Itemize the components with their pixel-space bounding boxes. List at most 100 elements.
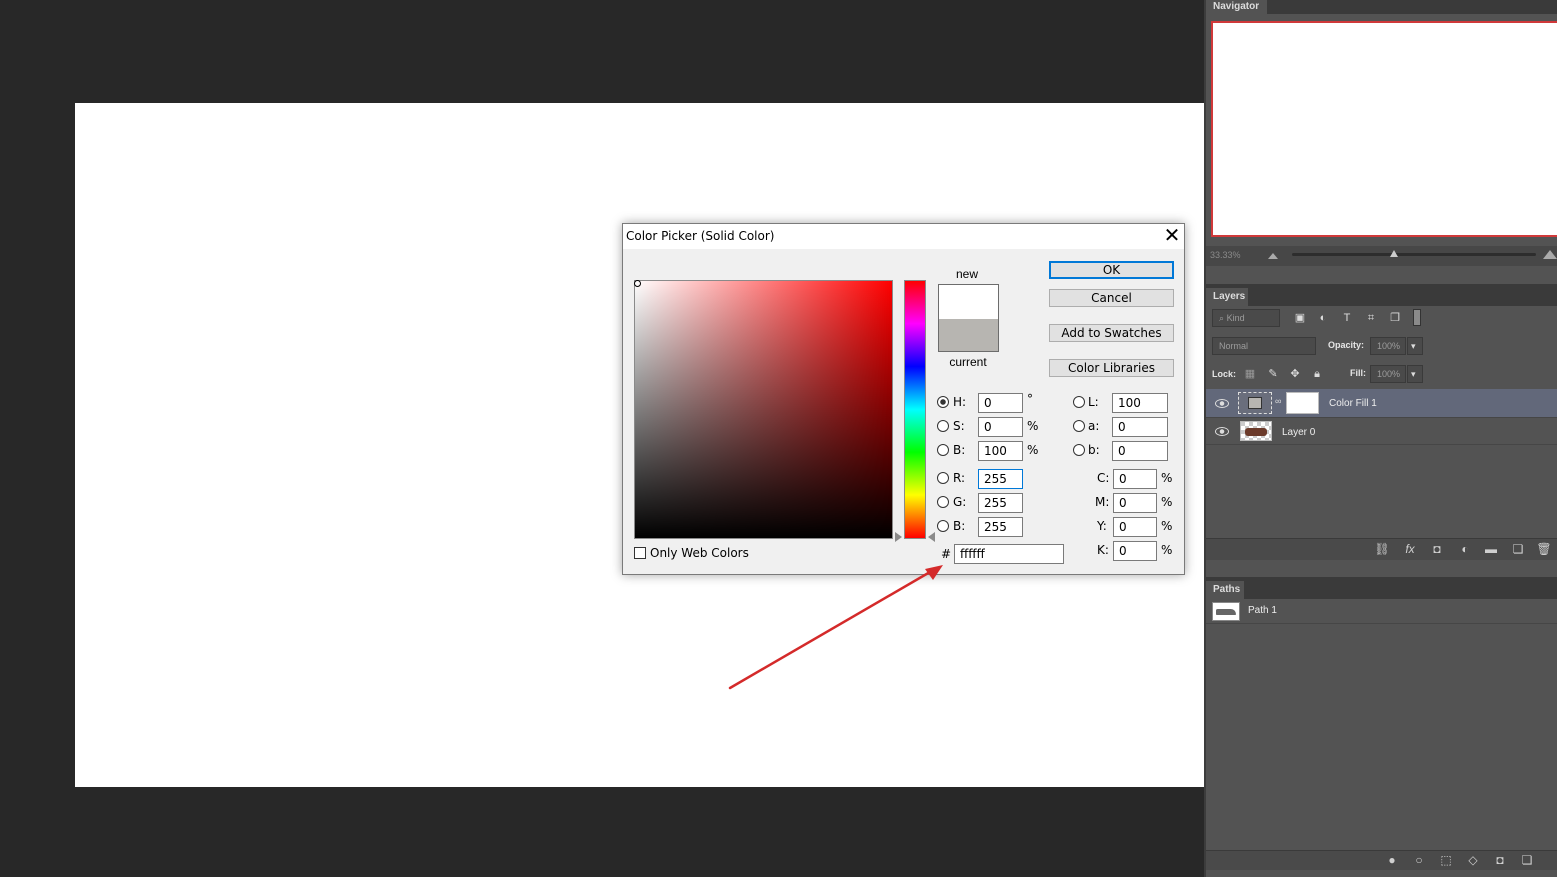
group-folder-icon[interactable]: ▬ xyxy=(1483,542,1499,556)
red-label: R: xyxy=(953,471,966,485)
brightness-input[interactable]: 100 xyxy=(978,441,1023,461)
link-icon[interactable]: ∞ xyxy=(1275,396,1281,406)
path-name: Path 1 xyxy=(1248,605,1277,616)
saturation-input[interactable]: 0 xyxy=(978,417,1023,437)
add-to-swatches-button[interactable]: Add to Swatches xyxy=(1049,324,1174,342)
current-color-label: current xyxy=(949,355,987,369)
search-icon: ⌕ xyxy=(1219,313,1225,323)
lock-transparent-icon[interactable]: ▦ xyxy=(1243,367,1257,381)
tab-navigator[interactable]: Navigator xyxy=(1206,0,1267,14)
zoom-value[interactable]: 33.33% xyxy=(1210,250,1241,260)
hex-input[interactable]: ffffff xyxy=(954,544,1064,564)
visibility-eye-icon[interactable] xyxy=(1215,399,1229,408)
fill-label: Fill: xyxy=(1350,368,1366,378)
load-selection-icon[interactable]: ⬚ xyxy=(1438,853,1454,867)
a-channel-label: a: xyxy=(1088,419,1100,433)
hue-slider-right-handle[interactable] xyxy=(928,532,935,542)
b-channel-label: b: xyxy=(1088,443,1100,457)
layer-filter-value: Kind xyxy=(1226,313,1245,323)
new-path-icon[interactable]: ❏ xyxy=(1519,853,1535,867)
fill-input[interactable]: 100% xyxy=(1370,365,1406,383)
green-radio[interactable] xyxy=(937,496,949,508)
hue-slider-left-handle[interactable] xyxy=(895,532,902,542)
hue-radio[interactable] xyxy=(937,396,949,408)
a-channel-input[interactable]: 0 xyxy=(1112,417,1168,437)
lock-position-icon[interactable]: ✥ xyxy=(1288,367,1302,381)
color-libraries-button[interactable]: Color Libraries xyxy=(1049,359,1174,377)
layer-filter-select[interactable]: ⌕ Kind xyxy=(1212,309,1280,327)
zoom-out-icon[interactable] xyxy=(1268,253,1278,259)
cancel-button[interactable]: Cancel xyxy=(1049,289,1174,307)
path-row[interactable]: Path 1 xyxy=(1206,599,1557,624)
hue-input[interactable]: 0 xyxy=(978,393,1023,413)
new-color-label: new xyxy=(955,267,978,281)
only-web-colors-checkbox[interactable] xyxy=(634,547,646,559)
brightness-label: B: xyxy=(953,443,966,457)
black-input[interactable]: 0 xyxy=(1113,541,1157,561)
red-input[interactable]: 255 xyxy=(978,469,1023,489)
smart-object-filter-icon[interactable]: ❐ xyxy=(1388,311,1402,325)
fill-dropdown-icon[interactable]: ▾ xyxy=(1407,365,1423,383)
hue-slider[interactable] xyxy=(904,280,926,539)
saturation-radio[interactable] xyxy=(937,420,949,432)
zoom-slider-thumb[interactable] xyxy=(1390,250,1398,257)
navigator-zoom-row: 33.33% xyxy=(1206,246,1557,266)
cyan-label: C: xyxy=(1097,471,1110,485)
add-mask-icon[interactable]: ◘ xyxy=(1492,853,1508,867)
opacity-dropdown-icon[interactable]: ▾ xyxy=(1407,337,1423,355)
adjustment-filter-icon[interactable]: ◐ xyxy=(1316,311,1330,325)
green-input[interactable]: 255 xyxy=(978,493,1023,513)
adjustment-layer-icon[interactable]: ◐ xyxy=(1457,542,1473,556)
new-layer-icon[interactable]: ❏ xyxy=(1510,542,1526,556)
blue-radio[interactable] xyxy=(937,520,949,532)
shape-filter-icon[interactable]: ⌗ xyxy=(1364,311,1378,325)
image-filter-icon[interactable]: ▣ xyxy=(1293,311,1307,325)
make-work-path-icon[interactable]: ◇ xyxy=(1465,853,1481,867)
lock-paint-icon[interactable]: ✎ xyxy=(1266,367,1280,381)
lightness-radio[interactable] xyxy=(1073,396,1085,408)
fx-icon[interactable]: fx xyxy=(1402,542,1418,556)
layer-row[interactable]: ∞ Color Fill 1 xyxy=(1206,389,1557,417)
brightness-radio[interactable] xyxy=(937,444,949,456)
red-radio[interactable] xyxy=(937,472,949,484)
fill-thumbnail xyxy=(1238,392,1272,414)
b-channel-radio[interactable] xyxy=(1073,444,1085,456)
color-field-marker[interactable] xyxy=(634,280,641,287)
blue-input[interactable]: 255 xyxy=(978,517,1023,537)
opacity-input[interactable]: 100% xyxy=(1370,337,1406,355)
a-channel-radio[interactable] xyxy=(1073,420,1085,432)
visibility-eye-icon[interactable] xyxy=(1215,427,1229,436)
path-thumbnail xyxy=(1212,602,1240,621)
trash-icon[interactable]: 🗑︎ xyxy=(1536,542,1552,556)
lightness-input[interactable]: 100 xyxy=(1112,393,1168,413)
layer-name: Layer 0 xyxy=(1282,427,1316,438)
filter-toggle-switch[interactable] xyxy=(1413,309,1421,326)
layer-row[interactable]: Layer 0 xyxy=(1206,417,1557,445)
color-field[interactable] xyxy=(634,280,893,539)
type-filter-icon[interactable]: T xyxy=(1340,311,1354,325)
current-color-swatch[interactable] xyxy=(939,319,998,351)
close-icon[interactable]: ✕ xyxy=(1160,225,1184,247)
tab-layers[interactable]: Layers xyxy=(1206,288,1248,306)
opacity-label: Opacity: xyxy=(1328,340,1365,350)
link-layers-icon[interactable]: ⛓ xyxy=(1374,542,1390,556)
fill-path-icon[interactable]: ● xyxy=(1384,853,1400,867)
dialog-titlebar[interactable]: Color Picker (Solid Color) ✕ xyxy=(623,224,1184,249)
b-channel-input[interactable]: 0 xyxy=(1112,441,1168,461)
blend-mode-select[interactable]: Normal xyxy=(1212,337,1316,355)
zoom-slider[interactable] xyxy=(1292,253,1536,256)
lock-all-icon[interactable]: 🔒︎ xyxy=(1310,367,1324,381)
blue-label: B: xyxy=(953,519,966,533)
tab-paths[interactable]: Paths xyxy=(1206,581,1244,599)
paths-tabbar: Paths xyxy=(1206,577,1557,599)
ok-button[interactable]: OK xyxy=(1049,261,1174,279)
navigator-tabbar: Navigator xyxy=(1206,0,1557,14)
cyan-input[interactable]: 0 xyxy=(1113,469,1157,489)
magenta-input[interactable]: 0 xyxy=(1113,493,1157,513)
zoom-in-icon[interactable] xyxy=(1543,250,1557,259)
yellow-input[interactable]: 0 xyxy=(1113,517,1157,537)
add-mask-icon[interactable]: ◘ xyxy=(1429,542,1445,556)
lock-label: Lock: xyxy=(1212,369,1237,379)
stroke-path-icon[interactable]: ○ xyxy=(1411,853,1427,867)
navigator-preview[interactable] xyxy=(1211,21,1557,237)
